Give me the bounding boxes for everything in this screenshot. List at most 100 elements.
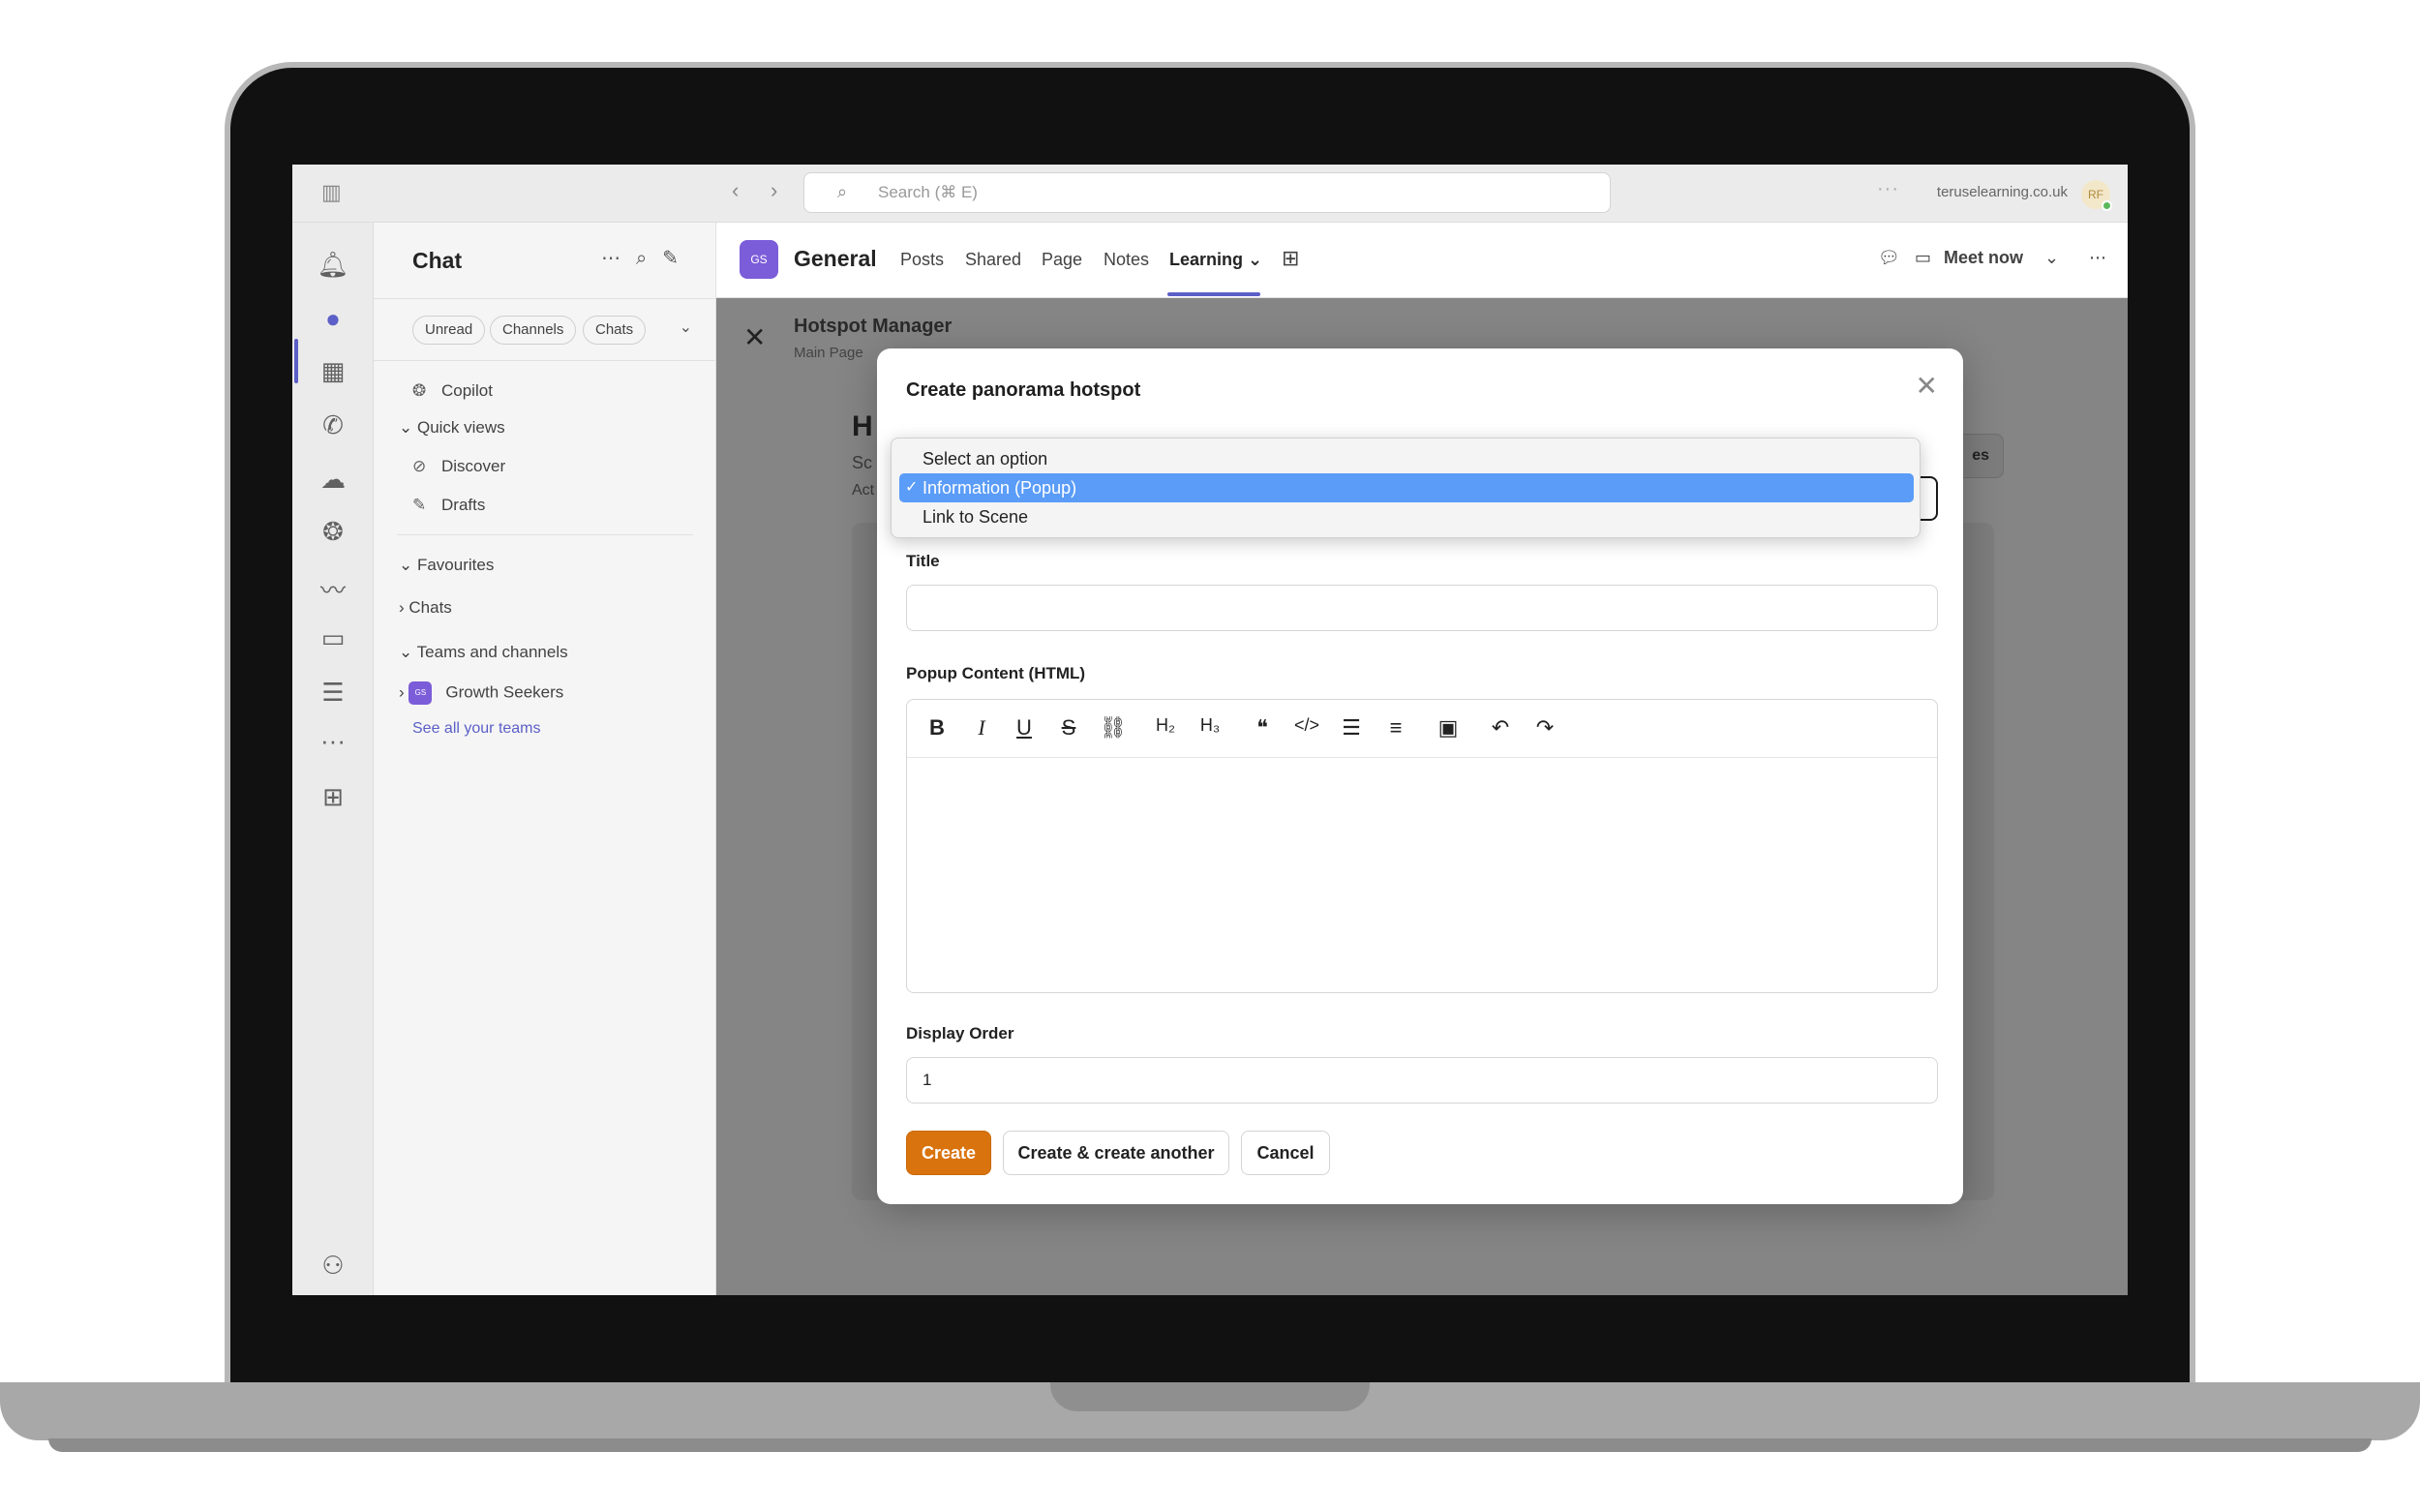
chevron-down-icon: ⌄ <box>1248 250 1263 269</box>
add-app-icon[interactable]: ⊞ <box>292 782 374 812</box>
back-arrow-icon[interactable]: ‹ <box>732 178 739 203</box>
video-camera-icon[interactable]: ▭ <box>1915 248 1931 268</box>
app-rail: 🔔︎ ● ▦ ✆ ☁ ❂ 〰 ▭ ☰ ··· ⊞ ⚇ <box>292 223 374 1295</box>
activity-bell-icon[interactable]: 🔔︎ <box>292 250 374 280</box>
close-icon[interactable]: ✕ <box>743 321 766 353</box>
divider <box>397 534 693 535</box>
avatar-initials: RF <box>2088 188 2103 201</box>
background-heading: H <box>852 410 873 442</box>
team-growth-seekers[interactable]: › GS Growth Seekers <box>399 681 563 705</box>
presence-dot <box>2102 200 2112 211</box>
nav-quick-views-label: Quick views <box>416 418 505 437</box>
divider <box>374 298 716 299</box>
new-chat-icon[interactable]: ✎ <box>662 248 694 269</box>
chevron-down-icon[interactable]: ⌄ <box>2044 248 2059 268</box>
pencil-icon: ✎ <box>412 496 427 514</box>
modal-title: Create panorama hotspot <box>906 379 1141 401</box>
nav-teams-and-channels[interactable]: ⌄ Teams and channels <box>399 643 568 662</box>
more-apps-icon[interactable]: ··· <box>292 726 374 756</box>
add-tab-icon[interactable]: ⊞ <box>1282 246 1299 271</box>
team-badge: GS <box>408 681 433 705</box>
nav-chats[interactable]: › Chats <box>399 598 452 618</box>
title-bar: ▥ ‹ › ⌕ Search (⌘ E) ··· teruselearning.… <box>292 165 2128 223</box>
tab-notes[interactable]: Notes <box>1104 250 1149 270</box>
search-placeholder: Search (⌘ E) <box>878 183 978 201</box>
hotspot-manager-subtitle: Main Page <box>794 345 863 361</box>
tab-page[interactable]: Page <box>1042 250 1082 270</box>
title-input[interactable] <box>906 585 1938 631</box>
video-camera-icon[interactable]: ▭ <box>292 623 374 653</box>
nav-quick-views[interactable]: ⌄ Quick views <box>399 418 505 438</box>
tab-shared[interactable]: Shared <box>965 250 1021 270</box>
filter-unread[interactable]: Unread <box>412 316 486 345</box>
background-line: Sc <box>852 453 873 472</box>
copilot-icon[interactable]: ❂ <box>292 517 374 547</box>
create-button[interactable]: Create <box>906 1131 991 1175</box>
chat-icon[interactable]: ● <box>292 304 374 334</box>
option-link-to-scene[interactable]: Link to Scene <box>899 502 1914 531</box>
html-editor[interactable]: B I U S ⛓ H₂ H₃ ❝ </> ☰ ≡ ▣ ↶ ↷ <box>906 699 1938 993</box>
option-information-popup[interactable]: ✓ Information (Popup) <box>899 473 1914 502</box>
numbered-list-icon[interactable]: ≡ <box>1379 715 1412 741</box>
undo-icon[interactable]: ↶ <box>1484 715 1517 741</box>
option-select[interactable]: Select an option <box>899 444 1914 473</box>
filter-channels[interactable]: Channels <box>490 316 577 345</box>
nav-favourites[interactable]: ⌄ Favourites <box>399 556 494 575</box>
nav-favourites-label: Favourites <box>416 556 495 574</box>
nav-chats-label: Chats <box>408 598 452 617</box>
code-icon[interactable]: </> <box>1290 715 1323 736</box>
editor-toolbar: B I U S ⛓ H₂ H₃ ❝ </> ☰ ≡ ▣ ↶ ↷ <box>907 700 1937 758</box>
heading3-icon[interactable]: H₃ <box>1194 715 1226 736</box>
hotspot-manager-title: Hotspot Manager <box>794 316 953 337</box>
tab-posts[interactable]: Posts <box>900 250 944 270</box>
org-name: teruselearning.co.uk <box>1936 184 2068 200</box>
more-icon[interactable]: ⋯ <box>601 248 636 269</box>
nav-copilot-label: Copilot <box>441 381 493 400</box>
cancel-button[interactable]: Cancel <box>1241 1131 1330 1175</box>
search-input[interactable]: ⌕ Search (⌘ E) <box>803 172 1611 213</box>
channel-badge: GS <box>740 240 778 279</box>
italic-icon[interactable]: I <box>965 715 998 741</box>
avatar[interactable]: RF <box>2081 180 2112 211</box>
redo-icon[interactable]: ↷ <box>1528 715 1561 741</box>
option-label: Information (Popup) <box>923 478 1077 498</box>
nav-copilot[interactable]: ❂ Copilot <box>412 381 493 401</box>
create-another-button[interactable]: Create & create another <box>1003 1131 1229 1175</box>
bullet-list-icon[interactable]: ☰ <box>1335 715 1368 741</box>
heading2-icon[interactable]: H₂ <box>1149 715 1182 736</box>
apps-list-icon[interactable]: ☰ <box>292 678 374 708</box>
chat-bubble-icon[interactable]: 💬︎ <box>1878 248 1900 268</box>
tab-learning-label: Learning <box>1169 250 1244 269</box>
nav-drafts[interactable]: ✎ Drafts <box>412 496 485 515</box>
chevron-down-icon[interactable]: ⌄ <box>680 318 692 337</box>
nav-discover-label: Discover <box>441 457 506 475</box>
active-tab-underline <box>1167 292 1260 296</box>
display-order-input[interactable]: 1 <box>906 1057 1938 1104</box>
meet-now-button[interactable]: Meet now <box>1944 248 2023 268</box>
calls-phone-icon[interactable]: ✆ <box>292 410 374 440</box>
more-options-icon[interactable]: ··· <box>1877 178 1899 200</box>
channel-header: GS General Posts Shared Page Notes Learn… <box>716 223 2128 298</box>
nav-drafts-label: Drafts <box>441 496 486 514</box>
image-icon[interactable]: ▣ <box>1432 715 1465 741</box>
see-all-teams-link[interactable]: See all your teams <box>412 720 541 738</box>
chat-title: Chat <box>412 248 463 273</box>
filter-chats[interactable]: Chats <box>583 316 647 345</box>
underline-icon[interactable]: U <box>1008 715 1041 741</box>
link-icon[interactable]: ⛓ <box>1097 715 1130 741</box>
nav-discover[interactable]: ⊘ Discover <box>412 457 505 476</box>
quote-icon[interactable]: ❝ <box>1246 715 1279 741</box>
chat-toolbar: ⋯⌕✎ <box>601 246 694 270</box>
search-icon[interactable]: ⌕ <box>636 248 662 269</box>
more-options-icon[interactable]: ⋯ <box>2089 248 2106 268</box>
sidebar-toggle-icon[interactable]: ▥ <box>321 180 342 205</box>
forward-arrow-icon[interactable]: › <box>771 178 777 203</box>
help-person-icon[interactable]: ⚇ <box>292 1251 374 1281</box>
bold-icon[interactable]: B <box>921 715 953 741</box>
activity-pulse-icon[interactable]: 〰 <box>292 571 374 607</box>
close-icon[interactable]: ✕ <box>1916 370 1938 402</box>
strikethrough-icon[interactable]: S <box>1052 715 1085 741</box>
tab-learning[interactable]: Learning ⌄ <box>1169 250 1262 270</box>
calendar-icon[interactable]: ▦ <box>292 356 374 386</box>
onedrive-cloud-icon[interactable]: ☁ <box>292 465 374 495</box>
